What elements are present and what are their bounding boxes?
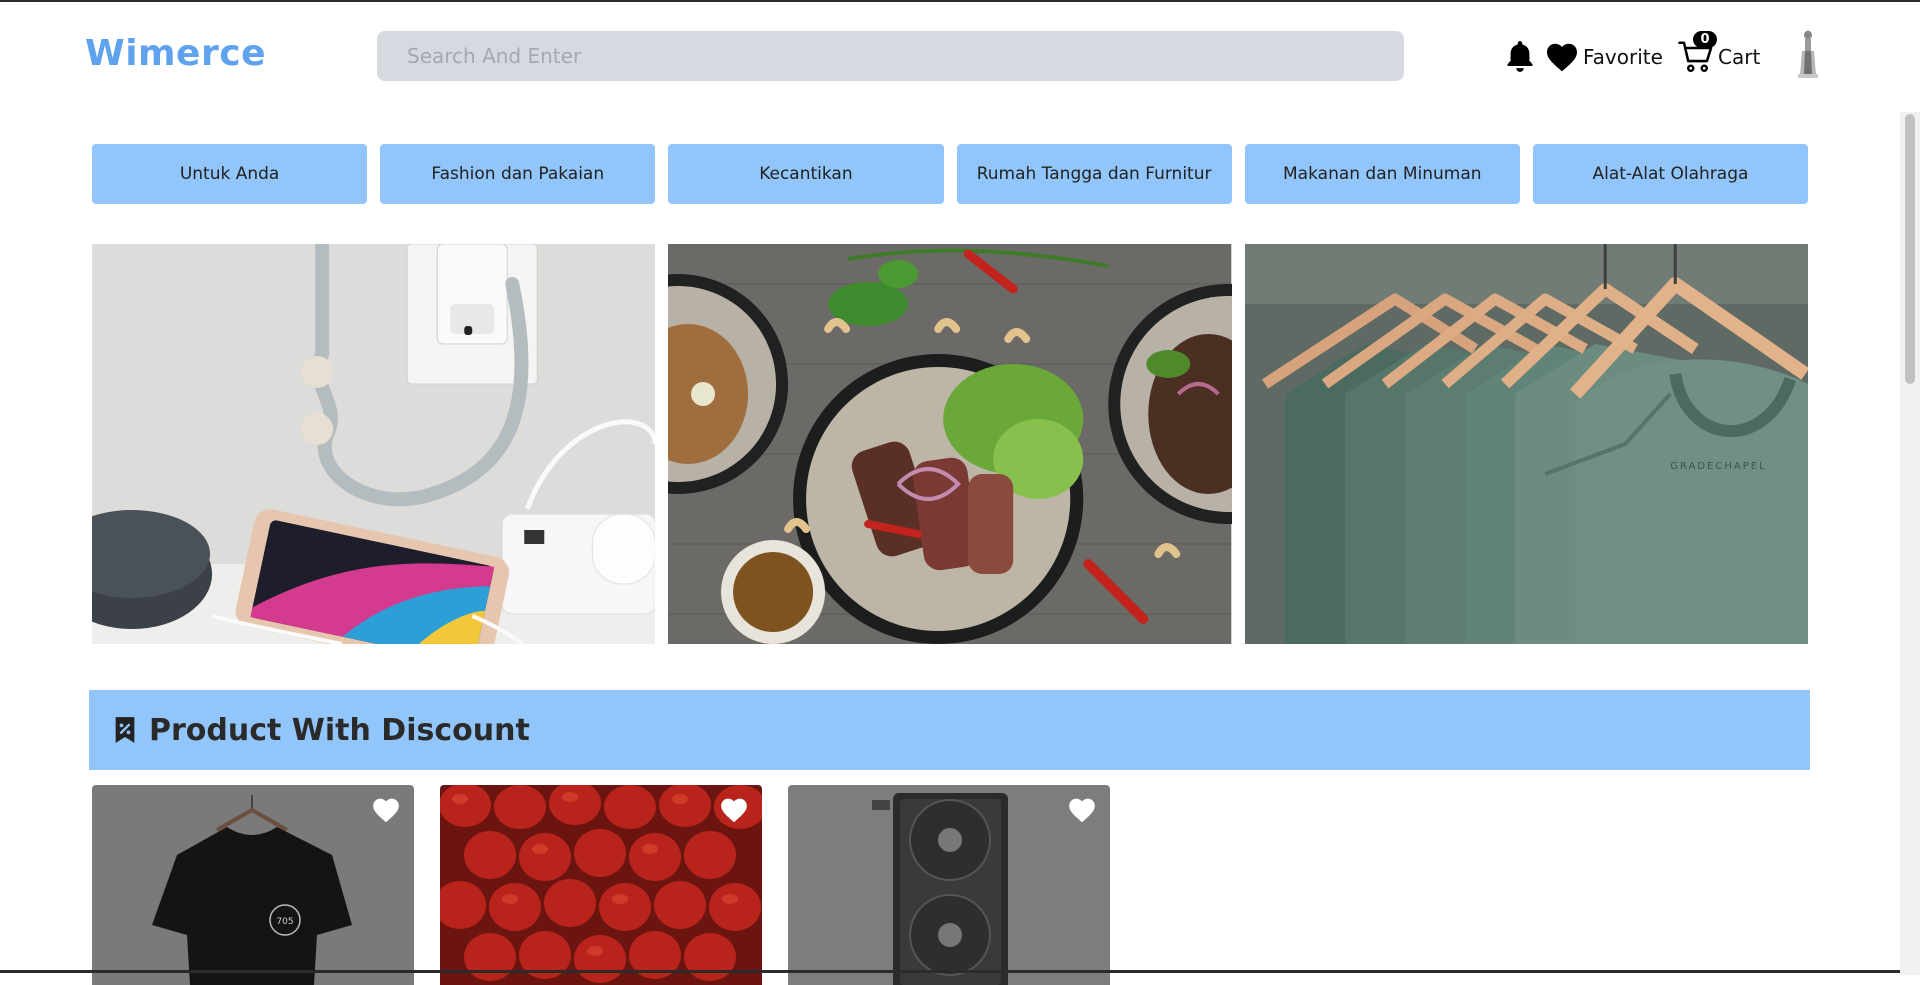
- cart-count-badge: 0: [1693, 31, 1717, 48]
- heart-icon: [1547, 43, 1577, 72]
- product-card[interactable]: 705: [92, 785, 414, 985]
- search-input[interactable]: [377, 31, 1404, 81]
- category-bar: Untuk Anda Fashion dan Pakaian Kecantika…: [92, 144, 1809, 204]
- discount-section-header: Product With Discount: [89, 690, 1810, 770]
- category-kecantikan[interactable]: Kecantikan: [668, 144, 944, 204]
- category-olahraga[interactable]: Alat-Alat Olahraga: [1532, 144, 1809, 204]
- category-makanan[interactable]: Makanan dan Minuman: [1244, 144, 1520, 204]
- bell-icon[interactable]: [1503, 39, 1537, 75]
- product-image-tshirt: 705: [92, 785, 414, 985]
- top-header: Wimerce Favorite 0 Cart: [0, 2, 1920, 112]
- banner-fashion[interactable]: GRADECHAPEL: [1244, 244, 1808, 644]
- site-logo[interactable]: Wimerce: [85, 33, 266, 74]
- heart-icon[interactable]: [372, 797, 400, 823]
- user-avatar[interactable]: [1795, 29, 1821, 79]
- product-list: 705: [92, 785, 1110, 985]
- product-card[interactable]: [788, 785, 1110, 985]
- product-card[interactable]: [440, 785, 762, 985]
- page-scrollbar[interactable]: [1900, 112, 1920, 975]
- banner-row: GRADECHAPEL: [92, 244, 1808, 644]
- product-image-strawberries: [440, 785, 762, 985]
- category-rumah-tangga[interactable]: Rumah Tangga dan Furnitur: [956, 144, 1232, 204]
- category-fashion[interactable]: Fashion dan Pakaian: [380, 144, 656, 204]
- category-untuk-anda[interactable]: Untuk Anda: [92, 144, 368, 204]
- scrollbar-thumb[interactable]: [1905, 114, 1915, 384]
- discount-tag-icon: [115, 717, 135, 743]
- svg-text:GRADECHAPEL: GRADECHAPEL: [1670, 461, 1766, 472]
- section-title: Product With Discount: [149, 712, 530, 748]
- banner-food-image: [668, 244, 1232, 644]
- product-image-graphics-card: [788, 785, 1110, 985]
- svg-text:705: 705: [276, 917, 293, 927]
- heart-icon[interactable]: [1068, 797, 1096, 823]
- favorite-link[interactable]: Favorite: [1545, 35, 1663, 79]
- banner-electronics[interactable]: [92, 244, 656, 644]
- banner-food[interactable]: [668, 244, 1232, 644]
- banner-electronics-image: [92, 244, 656, 644]
- banner-fashion-image: GRADECHAPEL: [1244, 244, 1808, 644]
- cart-link[interactable]: 0 Cart: [1678, 31, 1761, 79]
- favorite-label: Favorite: [1583, 45, 1663, 69]
- cart-label: Cart: [1718, 45, 1761, 69]
- heart-icon[interactable]: [720, 797, 748, 823]
